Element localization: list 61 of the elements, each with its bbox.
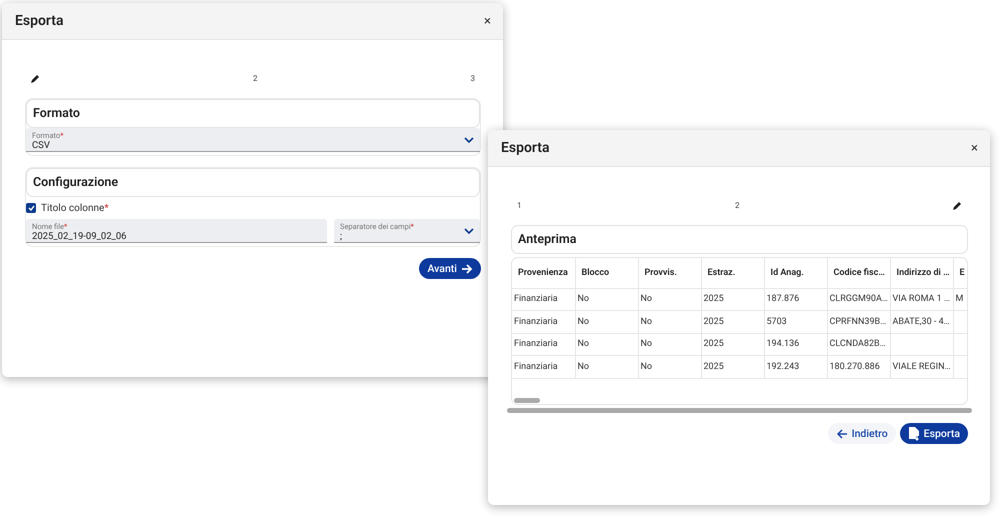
table-cell: VIA ROMA 1 …: [892, 294, 950, 304]
table-cell: VIALE REGIN…: [892, 362, 951, 372]
step-number[interactable]: 2: [735, 200, 740, 210]
table-cell: CPRFNN39B…: [830, 316, 886, 327]
close-button[interactable]: ×: [484, 14, 491, 28]
scrollbar-thumb[interactable]: [514, 398, 540, 403]
arrow-right-icon: [461, 262, 473, 274]
step-number[interactable]: 3: [470, 74, 475, 82]
table-cell: 2025: [704, 339, 724, 350]
column-header: Indirizzo di …: [890, 258, 953, 288]
table-cell: 2025: [704, 294, 724, 304]
step-number[interactable]: 2: [253, 74, 258, 82]
checkbox[interactable]: [26, 203, 36, 213]
column-header: Codice fisc…: [827, 258, 890, 288]
table-cell: 180.270.886: [830, 362, 880, 372]
column-header: Blocco: [575, 258, 638, 288]
table-cell: Finanziaria: [514, 362, 558, 372]
section-header: Configurazione: [26, 168, 480, 197]
arrow-left-icon: [836, 428, 848, 440]
table-cell: No: [640, 294, 652, 304]
table-cell: No: [578, 362, 590, 372]
table-cell: 187.876: [766, 294, 800, 304]
table-cell: M: [956, 294, 964, 304]
table-cell: Finanziaria: [514, 294, 558, 304]
scrollbar[interactable]: [507, 408, 972, 413]
chevron-down-icon: [464, 137, 474, 144]
column-header: Estraz.: [701, 258, 764, 288]
table-cell: ABATE,30 - 4…: [892, 316, 950, 327]
back-button[interactable]: Indietro: [828, 423, 896, 444]
table-cell: 5703: [766, 316, 787, 327]
table-cell: No: [578, 316, 590, 327]
table-cell: No: [578, 294, 590, 304]
table-cell: 192.243: [766, 362, 800, 372]
table-cell: Finanziaria: [514, 316, 558, 327]
chevron-down-icon: [464, 228, 474, 235]
next-button[interactable]: Avanti: [419, 258, 481, 279]
step-number[interactable]: 1: [517, 200, 522, 210]
checkbox-label: Titolo colonne*: [41, 202, 109, 214]
column-header: Provvis.: [638, 258, 701, 288]
section-header: Formato: [26, 99, 480, 128]
section-header: Anteprima: [511, 225, 968, 254]
table-cell: No: [578, 339, 590, 350]
table-cell: No: [640, 362, 652, 372]
table-cell: 194.136: [766, 339, 800, 350]
dialog-title: Esporta: [501, 140, 550, 156]
table-cell: 2025: [704, 362, 724, 372]
table-cell: No: [640, 316, 652, 327]
close-button[interactable]: ×: [971, 140, 978, 156]
column-header: Provenienza: [512, 258, 575, 288]
pencil-icon: [31, 74, 40, 82]
column-header: Id Anag.: [764, 258, 827, 288]
table-cell: Finanziaria: [514, 339, 558, 350]
dialog-title: Esporta: [15, 13, 64, 29]
column-header: E: [953, 258, 967, 288]
table-cell: 2025: [704, 316, 724, 327]
export-button[interactable]: Esporta: [900, 423, 968, 444]
table-cell: CLCNDA82B…: [830, 339, 886, 350]
pencil-icon: [953, 200, 962, 210]
table-cell: CLRGGM90A…: [830, 294, 888, 304]
file-icon: [908, 426, 920, 440]
table-cell: No: [640, 339, 652, 350]
